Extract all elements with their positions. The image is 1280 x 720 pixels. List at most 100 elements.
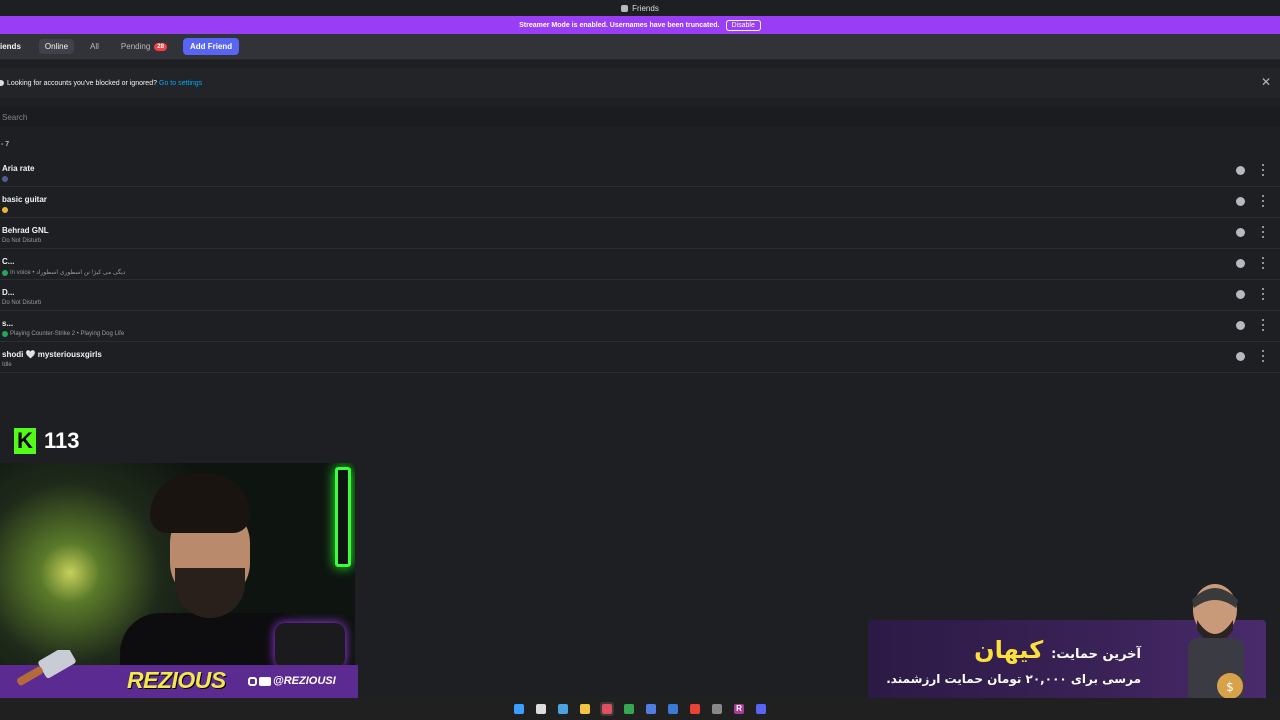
more-options-icon[interactable] xyxy=(1261,350,1265,362)
more-options-icon[interactable] xyxy=(1261,226,1265,238)
friends-list: Aria rate basic guitar Behrad GNL Do Not Di… xyxy=(0,156,1280,373)
add-friend-button[interactable]: Add Friend xyxy=(182,38,240,55)
notice-text: Looking for accounts you've blocked or i… xyxy=(7,79,157,87)
activity-icon xyxy=(2,269,8,276)
taskbar-discord-icon[interactable] xyxy=(754,702,768,716)
friend-name: shodi 🤍 mysteriousxgirls xyxy=(2,350,102,359)
friend-name: C... xyxy=(2,257,15,266)
microphone xyxy=(275,623,345,666)
friend-status xyxy=(2,176,10,182)
taskbar-app-active-icon[interactable] xyxy=(600,702,614,716)
message-icon[interactable] xyxy=(1236,166,1245,175)
taskbar-app-R-icon[interactable]: R xyxy=(732,702,746,716)
window-titlebar: Friends xyxy=(0,0,1280,16)
friend-status: In voice • دیگی می کیژ! نن اسطوری اسطورا… xyxy=(2,269,125,276)
friend-name: Aria rate xyxy=(2,164,35,173)
window-title: Friends xyxy=(632,3,659,13)
more-options-icon[interactable] xyxy=(1261,164,1265,176)
friend-name: s... xyxy=(2,319,14,328)
friends-header: iends xyxy=(0,42,21,51)
taskbar-chrome-2-icon[interactable] xyxy=(688,702,702,716)
neon-light xyxy=(335,467,351,567)
friend-row[interactable]: Aria rate xyxy=(0,156,1280,187)
taskbar-file-explorer-icon[interactable] xyxy=(578,702,592,716)
taskbar-windows-start-icon[interactable] xyxy=(512,702,526,716)
streamer-banner-text: Streamer Mode is enabled. Usernames have… xyxy=(519,21,720,29)
taskbar-app-2-icon[interactable] xyxy=(644,702,658,716)
search-input[interactable]: Search xyxy=(0,107,1280,127)
taskbar-search-icon[interactable] xyxy=(534,702,548,716)
friend-row[interactable]: s... Playing Counter-Strike 2 • Playing D… xyxy=(0,311,1280,342)
taskbar-app-3-icon[interactable] xyxy=(666,702,680,716)
message-icon[interactable] xyxy=(1236,321,1245,330)
go-to-settings-link[interactable]: Go to settings xyxy=(159,80,202,87)
cleaver-icon xyxy=(16,650,76,686)
message-icon[interactable] xyxy=(1236,290,1245,299)
viewer-count: 113 xyxy=(44,428,80,453)
blocked-accounts-notice: Looking for accounts you've blocked or i… xyxy=(0,68,1280,98)
streamer-person xyxy=(120,473,320,666)
friend-name: basic guitar xyxy=(2,195,47,204)
friend-status-text: Do Not Disturb xyxy=(2,238,42,244)
message-icon[interactable] xyxy=(1236,259,1245,268)
activity-icon xyxy=(2,176,8,182)
friend-row[interactable]: C... In voice • دیگی می کیژ! نن اسطوری اس… xyxy=(0,249,1280,280)
friends-tab-bar: iends Online All Pending 28 Add Friend xyxy=(0,34,1280,60)
friend-status-text: Idle xyxy=(2,362,12,368)
online-count: - 7 xyxy=(1,141,10,148)
friend-row[interactable]: D... Do Not Disturb xyxy=(0,280,1280,311)
friends-main: Looking for accounts you've blocked or i… xyxy=(0,60,1280,390)
taskbar-chrome-icon[interactable] xyxy=(622,702,636,716)
taskbar-app-4-icon[interactable] xyxy=(710,702,724,716)
friends-icon xyxy=(621,4,629,12)
friend-row[interactable]: Behrad GNL Do Not Disturb xyxy=(0,218,1280,249)
friend-status: Idle xyxy=(2,362,12,368)
stream-overlay-bar: REZIOUS @REZIOUSI xyxy=(0,650,358,698)
info-icon xyxy=(0,80,4,86)
instagram-icon xyxy=(248,676,257,686)
donor-name: کیهان xyxy=(974,636,1044,664)
friend-row[interactable]: shodi 🤍 mysteriousxgirls Idle xyxy=(0,342,1280,373)
friend-status-text: Playing Counter-Strike 2 • Playing Dog L… xyxy=(10,331,125,337)
more-options-icon[interactable] xyxy=(1261,195,1265,207)
mascot-illustration: $ xyxy=(1188,584,1244,704)
message-icon[interactable] xyxy=(1236,197,1245,206)
friend-status-text: Do Not Disturb xyxy=(2,300,42,306)
friend-name: D... xyxy=(2,288,15,297)
activity-icon xyxy=(2,331,8,337)
webcam-feed xyxy=(0,463,355,666)
friend-status: Do Not Disturb xyxy=(2,300,41,306)
disable-streamer-mode-button[interactable]: Disable xyxy=(725,19,761,31)
friend-status-text: In voice • دیگی می کیژ! نن اسطوری اسطورا… xyxy=(10,270,126,276)
message-icon[interactable] xyxy=(1236,228,1245,237)
tab-online[interactable]: Online xyxy=(38,39,75,54)
more-options-icon[interactable] xyxy=(1261,257,1265,269)
friend-status xyxy=(2,207,10,213)
donation-label: آخرین حمایت: xyxy=(1051,647,1141,662)
windows-taskbar: R xyxy=(0,698,1280,720)
close-icon[interactable]: ✕ xyxy=(1261,76,1271,88)
streamer-mode-banner: Streamer Mode is enabled. Usernames have… xyxy=(0,16,1280,34)
brand-name: REZIOUS xyxy=(127,667,226,693)
tab-pending-label: Pending xyxy=(120,42,151,51)
handle-text: @REZIOUSI xyxy=(273,675,336,687)
kick-logo-icon: K xyxy=(14,428,36,454)
more-options-icon[interactable] xyxy=(1261,319,1265,331)
friend-status: Do Not Disturb xyxy=(2,238,41,244)
pending-count-badge: 28 xyxy=(154,42,167,51)
message-icon[interactable] xyxy=(1236,352,1245,361)
activity-icon xyxy=(2,207,8,213)
donation-line-1: آخرین حمایت: کیهان xyxy=(974,636,1141,664)
tab-all[interactable]: All xyxy=(84,39,105,54)
friend-name: Behrad GNL xyxy=(2,226,49,235)
tab-pending[interactable]: Pending 28 xyxy=(115,39,173,54)
svg-text:$: $ xyxy=(1226,680,1234,694)
donation-message: مرسی برای ۲۰,۰۰۰ تومان حمایت ارزشمند. xyxy=(886,672,1141,686)
social-handle: @REZIOUSI xyxy=(248,675,336,687)
kick-viewer-counter: K 113 xyxy=(14,428,80,454)
friend-status: Playing Counter-Strike 2 • Playing Dog L… xyxy=(2,331,124,337)
taskbar-app-1-icon[interactable] xyxy=(556,702,570,716)
friend-row[interactable]: basic guitar xyxy=(0,187,1280,218)
more-options-icon[interactable] xyxy=(1261,288,1265,300)
youtube-icon xyxy=(259,676,271,686)
